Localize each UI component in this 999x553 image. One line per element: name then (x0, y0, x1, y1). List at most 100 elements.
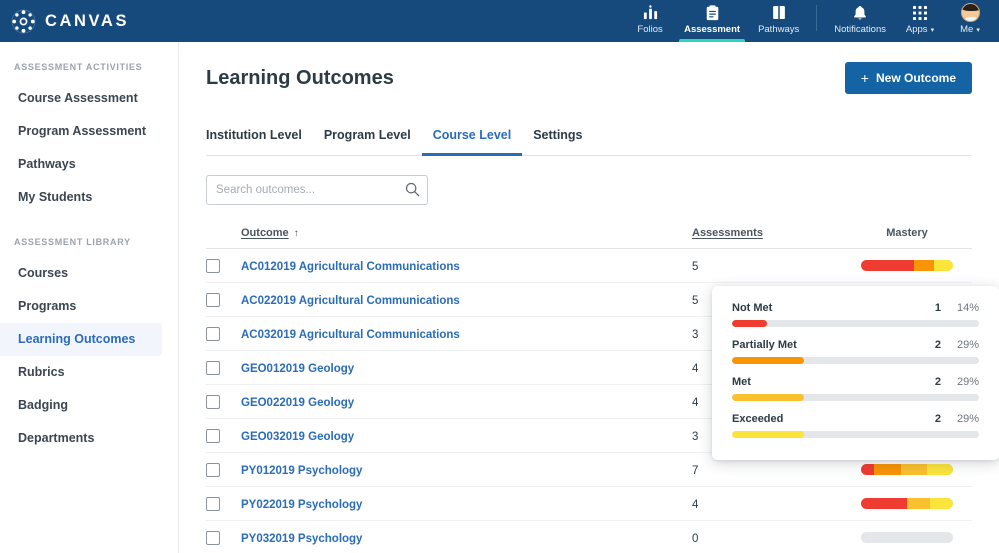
brand[interactable]: CANVAS (0, 9, 129, 34)
tooltip-progress-track (732, 394, 979, 401)
sidebar-item-learning-outcomes[interactable]: Learning Outcomes (0, 323, 162, 356)
sidebar-item-program-assessment[interactable]: Program Assessment (0, 115, 162, 148)
sidebar-item-rubrics[interactable]: Rubrics (0, 356, 162, 389)
mastery-segment (900, 464, 928, 475)
nav-item-label: Folios (637, 24, 663, 35)
sidebar-section-title-library: ASSESSMENT LIBRARY (14, 237, 131, 247)
row-checkbox[interactable] (206, 530, 220, 545)
tab-bar: Institution Level Program Level Course L… (206, 120, 972, 156)
outcome-link[interactable]: GEO022019 Geology (241, 397, 354, 409)
row-checkbox[interactable] (206, 360, 220, 375)
tooltip-progress-track (732, 431, 979, 438)
row-checkbox[interactable] (206, 496, 220, 511)
table-row: AC012019 Agricultural Communications 5 (206, 249, 972, 283)
nav-item-label: Apps ▾ (905, 24, 935, 35)
tooltip-count: 1 (934, 302, 941, 314)
outcome-link[interactable]: AC032019 Agricultural Communications (241, 329, 460, 341)
brand-name: CANVAS (45, 11, 130, 30)
mastery-segment (914, 260, 934, 271)
nav-item-label: Assessment (684, 24, 741, 35)
row-checkbox[interactable] (206, 326, 220, 341)
tooltip-label: Met (732, 376, 751, 388)
assessments-count: 0 (692, 532, 699, 545)
tab-course-level[interactable]: Course Level (421, 120, 523, 156)
row-checkbox[interactable] (206, 258, 220, 273)
outcome-link[interactable]: GEO012019 Geology (241, 363, 354, 375)
canvas-logo-icon (11, 9, 36, 34)
nav-item-pathways[interactable]: Pathways (749, 0, 808, 42)
outcome-link[interactable]: AC022019 Agricultural Communications (241, 295, 460, 307)
sidebar-item-programs[interactable]: Programs (0, 290, 162, 323)
mastery-segment (930, 498, 953, 509)
outcome-link[interactable]: PY032019 Psychology (241, 533, 362, 545)
column-header-assessments[interactable]: Assessments (692, 227, 842, 239)
mastery-breakdown-tooltip: Not Met 1 14% Partially Met 2 29% Met 2 … (712, 286, 999, 460)
nav-item-notifications[interactable]: Notifications (825, 0, 895, 42)
tooltip-progress-fill (732, 357, 804, 364)
mastery-segment (927, 464, 953, 475)
nav-item-me[interactable]: Me ▾ (945, 0, 995, 42)
outcome-link[interactable]: PY022019 Psychology (241, 499, 362, 511)
tooltip-label: Exceeded (732, 413, 784, 425)
top-nav-items: Folios Assessment Pathways Notifications… (625, 0, 999, 42)
mastery-bar[interactable] (861, 464, 953, 475)
tooltip-count: 2 (934, 339, 941, 351)
sidebar-item-pathways[interactable]: Pathways (0, 148, 162, 181)
nav-item-assessment[interactable]: Assessment (675, 0, 749, 42)
row-checkbox[interactable] (206, 462, 220, 477)
outcome-link[interactable]: AC012019 Agricultural Communications (241, 261, 460, 273)
tab-institution-level[interactable]: Institution Level (206, 120, 313, 156)
top-navigation-bar: CANVAS Folios Assessment Pathways Notifi… (0, 0, 999, 42)
assessments-count: 5 (692, 294, 699, 307)
outcome-link[interactable]: PY012019 Psychology (241, 465, 362, 477)
mastery-bar[interactable] (861, 532, 953, 543)
mastery-segment (873, 464, 901, 475)
assessments-count: 4 (692, 362, 699, 375)
bar-chart-icon (643, 4, 658, 21)
tooltip-row-exceeded: Exceeded 2 29% (732, 413, 979, 438)
assessments-count: 4 (692, 498, 699, 511)
sidebar: ASSESSMENT ACTIVITIES Course Assessment … (0, 42, 179, 553)
sidebar-item-course-assessment[interactable]: Course Assessment (0, 82, 162, 115)
assessments-count: 5 (692, 260, 699, 273)
page-header: Learning Outcomes + New Outcome (179, 42, 999, 94)
sidebar-item-my-students[interactable]: My Students (0, 181, 162, 214)
sort-ascending-icon: ↑ (293, 228, 299, 239)
nav-item-apps[interactable]: Apps ▾ (895, 0, 945, 42)
tab-settings[interactable]: Settings (522, 120, 593, 156)
assessments-count: 7 (692, 464, 699, 477)
new-outcome-button[interactable]: + New Outcome (844, 62, 972, 94)
tab-program-level[interactable]: Program Level (313, 120, 422, 156)
assessments-count: 3 (692, 430, 699, 443)
chevron-down-icon: ▾ (930, 27, 935, 34)
tooltip-count: 2 (934, 413, 941, 425)
tooltip-progress-fill (732, 320, 767, 327)
nav-item-label: Pathways (758, 24, 800, 35)
tooltip-percent: 14% (956, 302, 979, 314)
tooltip-row-met: Met 2 29% (732, 376, 979, 401)
mastery-segment (907, 498, 930, 509)
row-checkbox[interactable] (206, 394, 220, 409)
row-checkbox[interactable] (206, 292, 220, 307)
column-header-outcome[interactable]: Outcome ↑ (241, 227, 692, 239)
tooltip-percent: 29% (956, 339, 979, 351)
nav-item-label: Notifications (834, 24, 886, 35)
mastery-bar[interactable] (861, 498, 953, 509)
sidebar-item-courses[interactable]: Courses (0, 257, 162, 290)
sidebar-item-badging[interactable]: Badging (0, 389, 162, 422)
mastery-bar[interactable] (861, 260, 953, 271)
grid-icon (913, 4, 927, 21)
bell-icon (853, 4, 867, 21)
nav-item-folios[interactable]: Folios (625, 0, 675, 42)
tooltip-progress-track (732, 357, 979, 364)
canvas-learning-outcomes-page: CANVAS Folios Assessment Pathways Notifi… (0, 0, 999, 553)
sidebar-item-departments[interactable]: Departments (0, 422, 162, 455)
outcome-link[interactable]: GEO032019 Geology (241, 431, 354, 443)
row-checkbox[interactable] (206, 428, 220, 443)
new-outcome-button-label: New Outcome (875, 71, 956, 85)
search-input[interactable] (206, 175, 428, 205)
table-header-row: Outcome ↑ Assessments Mastery (206, 227, 972, 249)
clipboard-icon (705, 4, 720, 21)
mastery-segment (861, 464, 874, 475)
nav-item-label: Me ▾ (960, 24, 980, 35)
